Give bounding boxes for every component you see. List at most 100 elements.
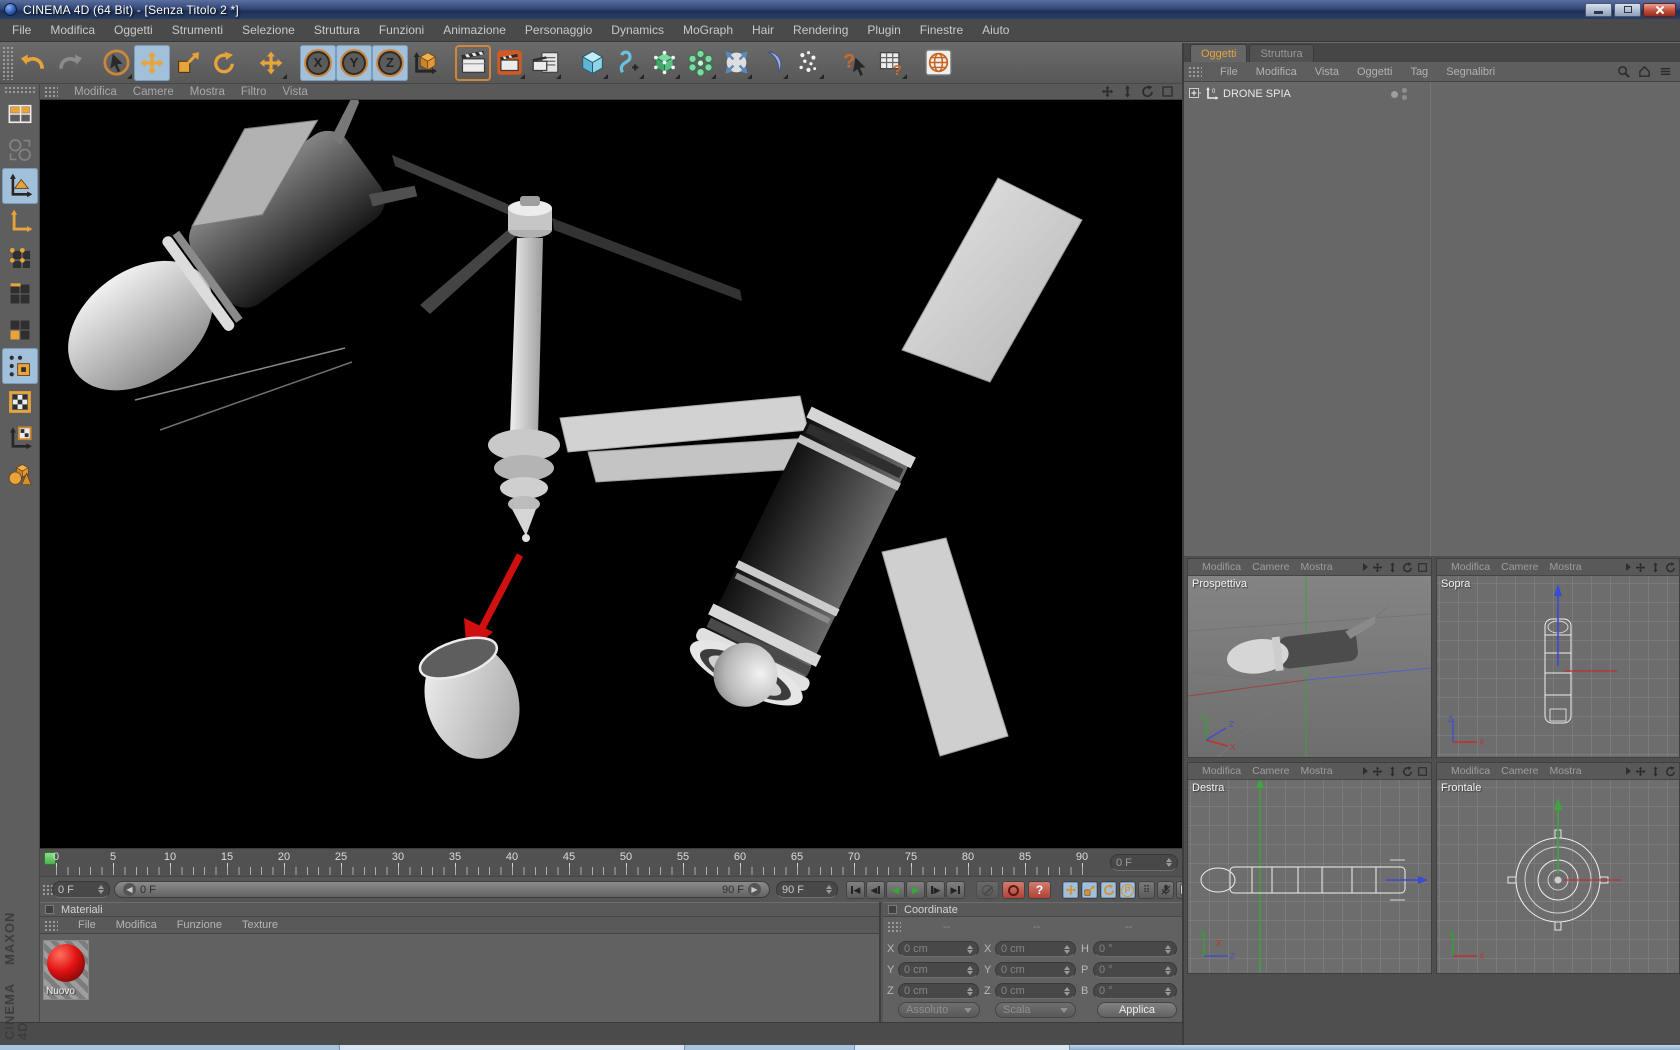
axis-mode-button[interactable]: [2, 204, 38, 240]
render-visibility-dot[interactable]: [1402, 95, 1407, 100]
search-icon[interactable]: [1617, 65, 1630, 78]
online-updater-button[interactable]: [920, 45, 956, 81]
viewport-destra[interactable]: Modifica Camere Mostra Destra: [1187, 762, 1432, 974]
menu-mograph[interactable]: MoGraph: [680, 21, 736, 39]
layer-dot-icon[interactable]: [1391, 91, 1398, 98]
sopra-view[interactable]: Sopra: [1437, 576, 1679, 757]
menu-plugin[interactable]: Plugin: [864, 21, 903, 39]
polygons-mode-button[interactable]: [2, 312, 38, 348]
viewport-drag-handle[interactable]: [44, 86, 58, 97]
materials-menu-funzione[interactable]: Funzione: [177, 919, 222, 931]
scale-x-field[interactable]: 0 cm: [995, 941, 1076, 957]
record-parameter-toggle[interactable]: P: [1119, 881, 1136, 899]
rotation-p-field[interactable]: 0 °: [1093, 962, 1177, 978]
menu-dynamics[interactable]: Dynamics: [608, 21, 667, 39]
zoom-view-icon[interactable]: [1387, 562, 1398, 573]
texture-axis-mode-button[interactable]: [2, 420, 38, 456]
render-settings-button[interactable]: [527, 45, 563, 81]
points-mode-button[interactable]: [2, 240, 38, 276]
zoom-view-icon[interactable]: [1121, 85, 1134, 98]
more-menu-icon[interactable]: [1626, 767, 1631, 775]
menu-hair[interactable]: Hair: [749, 21, 777, 39]
position-z-field[interactable]: 0 cm: [898, 983, 979, 999]
record-keyframe-button[interactable]: [1002, 881, 1025, 899]
apply-button[interactable]: Applica: [1097, 1002, 1177, 1018]
timeline-range-slider[interactable]: ◀ 0 F 90 F ▶: [114, 881, 770, 898]
rotate-view-icon[interactable]: [1665, 562, 1676, 573]
rotation-h-field[interactable]: 0 °: [1093, 941, 1177, 957]
object-manager-drag-handle[interactable]: [1188, 66, 1202, 77]
lock-x-axis-button[interactable]: X: [300, 45, 336, 81]
object-list-divider[interactable]: [1430, 82, 1431, 556]
toolbar-drag-handle[interactable]: [2, 46, 13, 80]
next-key-button[interactable]: ▶: [926, 881, 945, 899]
material-thumbnail[interactable]: Nuovo: [43, 940, 89, 1000]
add-modeling-object-button[interactable]: [682, 45, 718, 81]
viewport-frontale[interactable]: Modifica Camere Mostra Frontale: [1436, 762, 1680, 974]
close-button[interactable]: [1643, 3, 1676, 17]
materials-header[interactable]: Materiali: [40, 902, 879, 917]
menu-funzioni[interactable]: Funzioni: [376, 21, 427, 39]
menu-aiuto[interactable]: Aiuto: [979, 21, 1012, 39]
model-mode-button[interactable]: [2, 456, 38, 492]
content-browser-button[interactable]: ?: [873, 45, 909, 81]
minimize-button[interactable]: [1585, 3, 1612, 17]
texture-mode-button[interactable]: [2, 384, 38, 420]
rotate-tool[interactable]: [206, 45, 242, 81]
materials-menu-modifica[interactable]: Modifica: [116, 919, 157, 931]
om-menu-tag[interactable]: Tag: [1410, 66, 1428, 78]
menu-personaggio[interactable]: Personaggio: [522, 21, 595, 39]
more-menu-icon[interactable]: [1363, 563, 1368, 571]
move-tool[interactable]: [134, 45, 170, 81]
rotate-view-icon[interactable]: [1402, 766, 1413, 777]
tab-struttura[interactable]: Struttura: [1249, 44, 1313, 62]
options-icon[interactable]: [1659, 65, 1672, 78]
undo-button[interactable]: [15, 45, 51, 81]
om-menu-vista[interactable]: Vista: [1315, 66, 1339, 78]
viewport-menu-camere[interactable]: Camere: [133, 86, 174, 98]
play-backward-button[interactable]: ◀: [886, 881, 905, 899]
expand-icon[interactable]: [1189, 88, 1201, 100]
visibility-toggles[interactable]: [1402, 88, 1407, 100]
add-deformer-button[interactable]: [718, 45, 754, 81]
scale-mode-dropdown[interactable]: Scala: [995, 1002, 1076, 1018]
ruler-frame-field[interactable]: 0 F: [1110, 854, 1178, 871]
position-y-field[interactable]: 0 cm: [898, 962, 979, 978]
goto-start-button[interactable]: ◀: [846, 881, 865, 899]
rotate-view-icon[interactable]: [1665, 766, 1676, 777]
om-menu-oggetti[interactable]: Oggetti: [1357, 66, 1392, 78]
autokey-button[interactable]: ?: [1028, 881, 1051, 899]
scale-y-field[interactable]: 0 cm: [995, 962, 1076, 978]
viewport-menu-vista[interactable]: Vista: [282, 86, 307, 98]
render-region-button[interactable]: [491, 45, 527, 81]
record-pla-toggle[interactable]: ⠿: [1138, 881, 1155, 899]
help-button[interactable]: ?: [837, 45, 873, 81]
play-button[interactable]: ▶: [906, 881, 925, 899]
destra-view[interactable]: Destra: [1188, 780, 1431, 973]
goto-end-button[interactable]: ▶: [946, 881, 965, 899]
viewport-prospettiva[interactable]: Modifica Camere Mostra Prospettiva: [1187, 558, 1432, 758]
sound-record-toggle[interactable]: [1157, 881, 1174, 899]
stepper-icon[interactable]: [1166, 858, 1172, 867]
more-menu-icon[interactable]: [1363, 767, 1368, 775]
pan-view-icon[interactable]: [1101, 85, 1114, 98]
om-menu-segnalibri[interactable]: Segnalibri: [1446, 66, 1495, 78]
make-editable-button[interactable]: [2, 168, 38, 204]
viewport-canvas[interactable]: [40, 100, 1182, 848]
pan-view-icon[interactable]: [1372, 766, 1383, 777]
windows-taskbar[interactable]: [0, 1045, 1680, 1050]
editor-visibility-dot[interactable]: [1402, 88, 1407, 93]
more-menu-icon[interactable]: [1626, 563, 1631, 571]
menu-selezione[interactable]: Selezione: [239, 21, 298, 39]
timeline-ruler[interactable]: 051015202530354045505560657075808590 0 F: [40, 848, 1182, 876]
end-frame-field[interactable]: 90 F: [776, 881, 838, 898]
coordinates-header[interactable]: Coordinate: [883, 902, 1182, 917]
zoom-view-icon[interactable]: [1650, 562, 1661, 573]
stepper-icon[interactable]: [826, 885, 832, 894]
scale-z-field[interactable]: 0 cm: [995, 983, 1076, 999]
viewport-sopra[interactable]: Modifica Camere Mostra Sopra: [1436, 558, 1680, 758]
convert-button[interactable]: [2, 132, 38, 168]
range-left-arrow-icon[interactable]: ◀: [123, 883, 136, 896]
menu-struttura[interactable]: Struttura: [311, 21, 363, 39]
menu-file[interactable]: File: [9, 21, 34, 39]
